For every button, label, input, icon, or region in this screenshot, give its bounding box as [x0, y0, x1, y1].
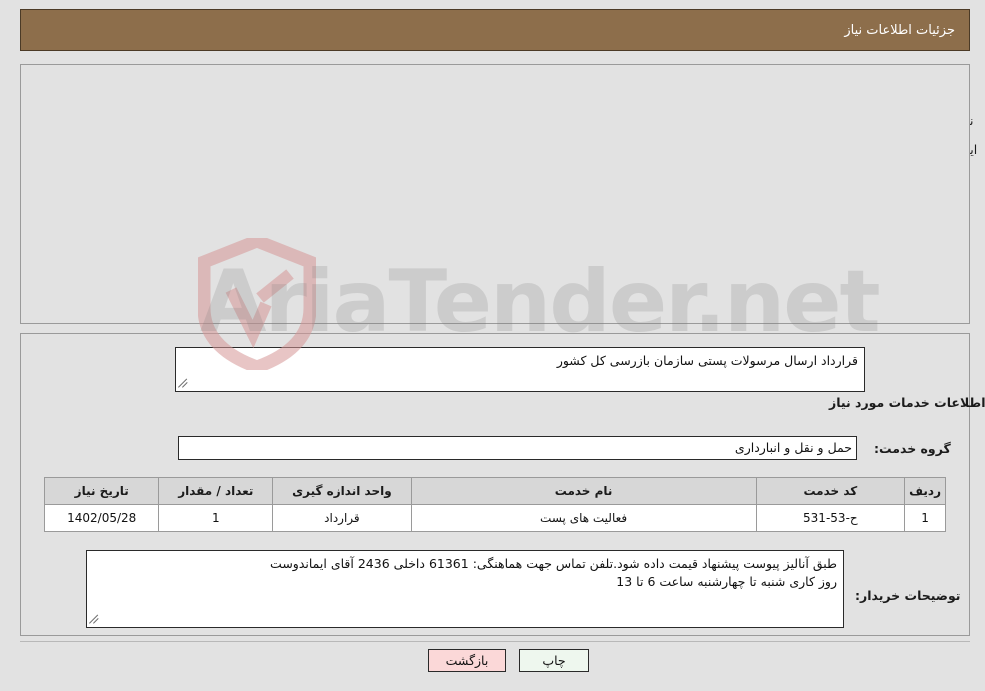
cell-radif: 1	[904, 504, 946, 532]
textarea-summary[interactable]: قرارداد ارسال مرسولات پستی سازمان بازرسی…	[175, 347, 865, 392]
th-radif: ردیف	[904, 477, 946, 505]
table-header-row: ردیف کد خدمت نام خدمت واحد اندازه گیری ت…	[43, 477, 946, 505]
page-title-bar: جزئیات اطلاعات نیاز	[20, 9, 970, 51]
th-qty: تعداد / مقدار	[158, 477, 274, 505]
page-root: AriaTender.net جزئیات اطلاعات نیاز شماره…	[0, 0, 985, 691]
cell-name: فعالیت های پست	[410, 504, 757, 532]
buyer-notes-line-1: طبق آنالیز پیوست پیشنهاد قیمت داده شود.ت…	[270, 556, 837, 571]
page-title: جزئیات اطلاعات نیاز	[844, 22, 955, 38]
back-button[interactable]: بازگشت	[428, 649, 506, 672]
th-name: نام خدمت	[410, 477, 757, 505]
th-unit: واحد اندازه گیری	[272, 477, 412, 505]
footer-divider	[20, 641, 970, 642]
th-code: کد خدمت	[755, 477, 906, 505]
cell-unit: قرارداد	[272, 504, 412, 532]
cell-date: 1402/05/28	[43, 504, 160, 532]
print-button[interactable]: چاپ	[519, 649, 589, 672]
textarea-buyer-notes[interactable]: طبق آنالیز پیوست پیشنهاد قیمت داده شود.ت…	[86, 550, 844, 628]
buyer-notes-line-2: روز کاری شنبه تا چهارشنبه ساعت 6 تا 13	[616, 574, 837, 589]
resize-grip-icon[interactable]	[89, 613, 101, 625]
label-buyer-notes: توضیحات خریدار:	[855, 588, 961, 603]
field-service-group: حمل و نقل و انبارداری	[178, 436, 857, 460]
th-date: تاریخ نیاز	[43, 477, 160, 505]
resize-grip-icon[interactable]	[178, 377, 190, 389]
cell-qty: 1	[158, 504, 274, 532]
cell-code: ح-53-531	[755, 504, 906, 532]
table-row: 1 ح-53-531 فعالیت های پست قرارداد 1 1402…	[43, 504, 946, 532]
services-table: ردیف کد خدمت نام خدمت واحد اندازه گیری ت…	[43, 477, 946, 532]
label-service-group: گروه خدمت:	[874, 441, 951, 456]
summary-text: قرارداد ارسال مرسولات پستی سازمان بازرسی…	[556, 353, 858, 368]
heading-services: اطلاعات خدمات مورد نیاز	[829, 395, 985, 410]
need-info-panel	[20, 64, 970, 324]
